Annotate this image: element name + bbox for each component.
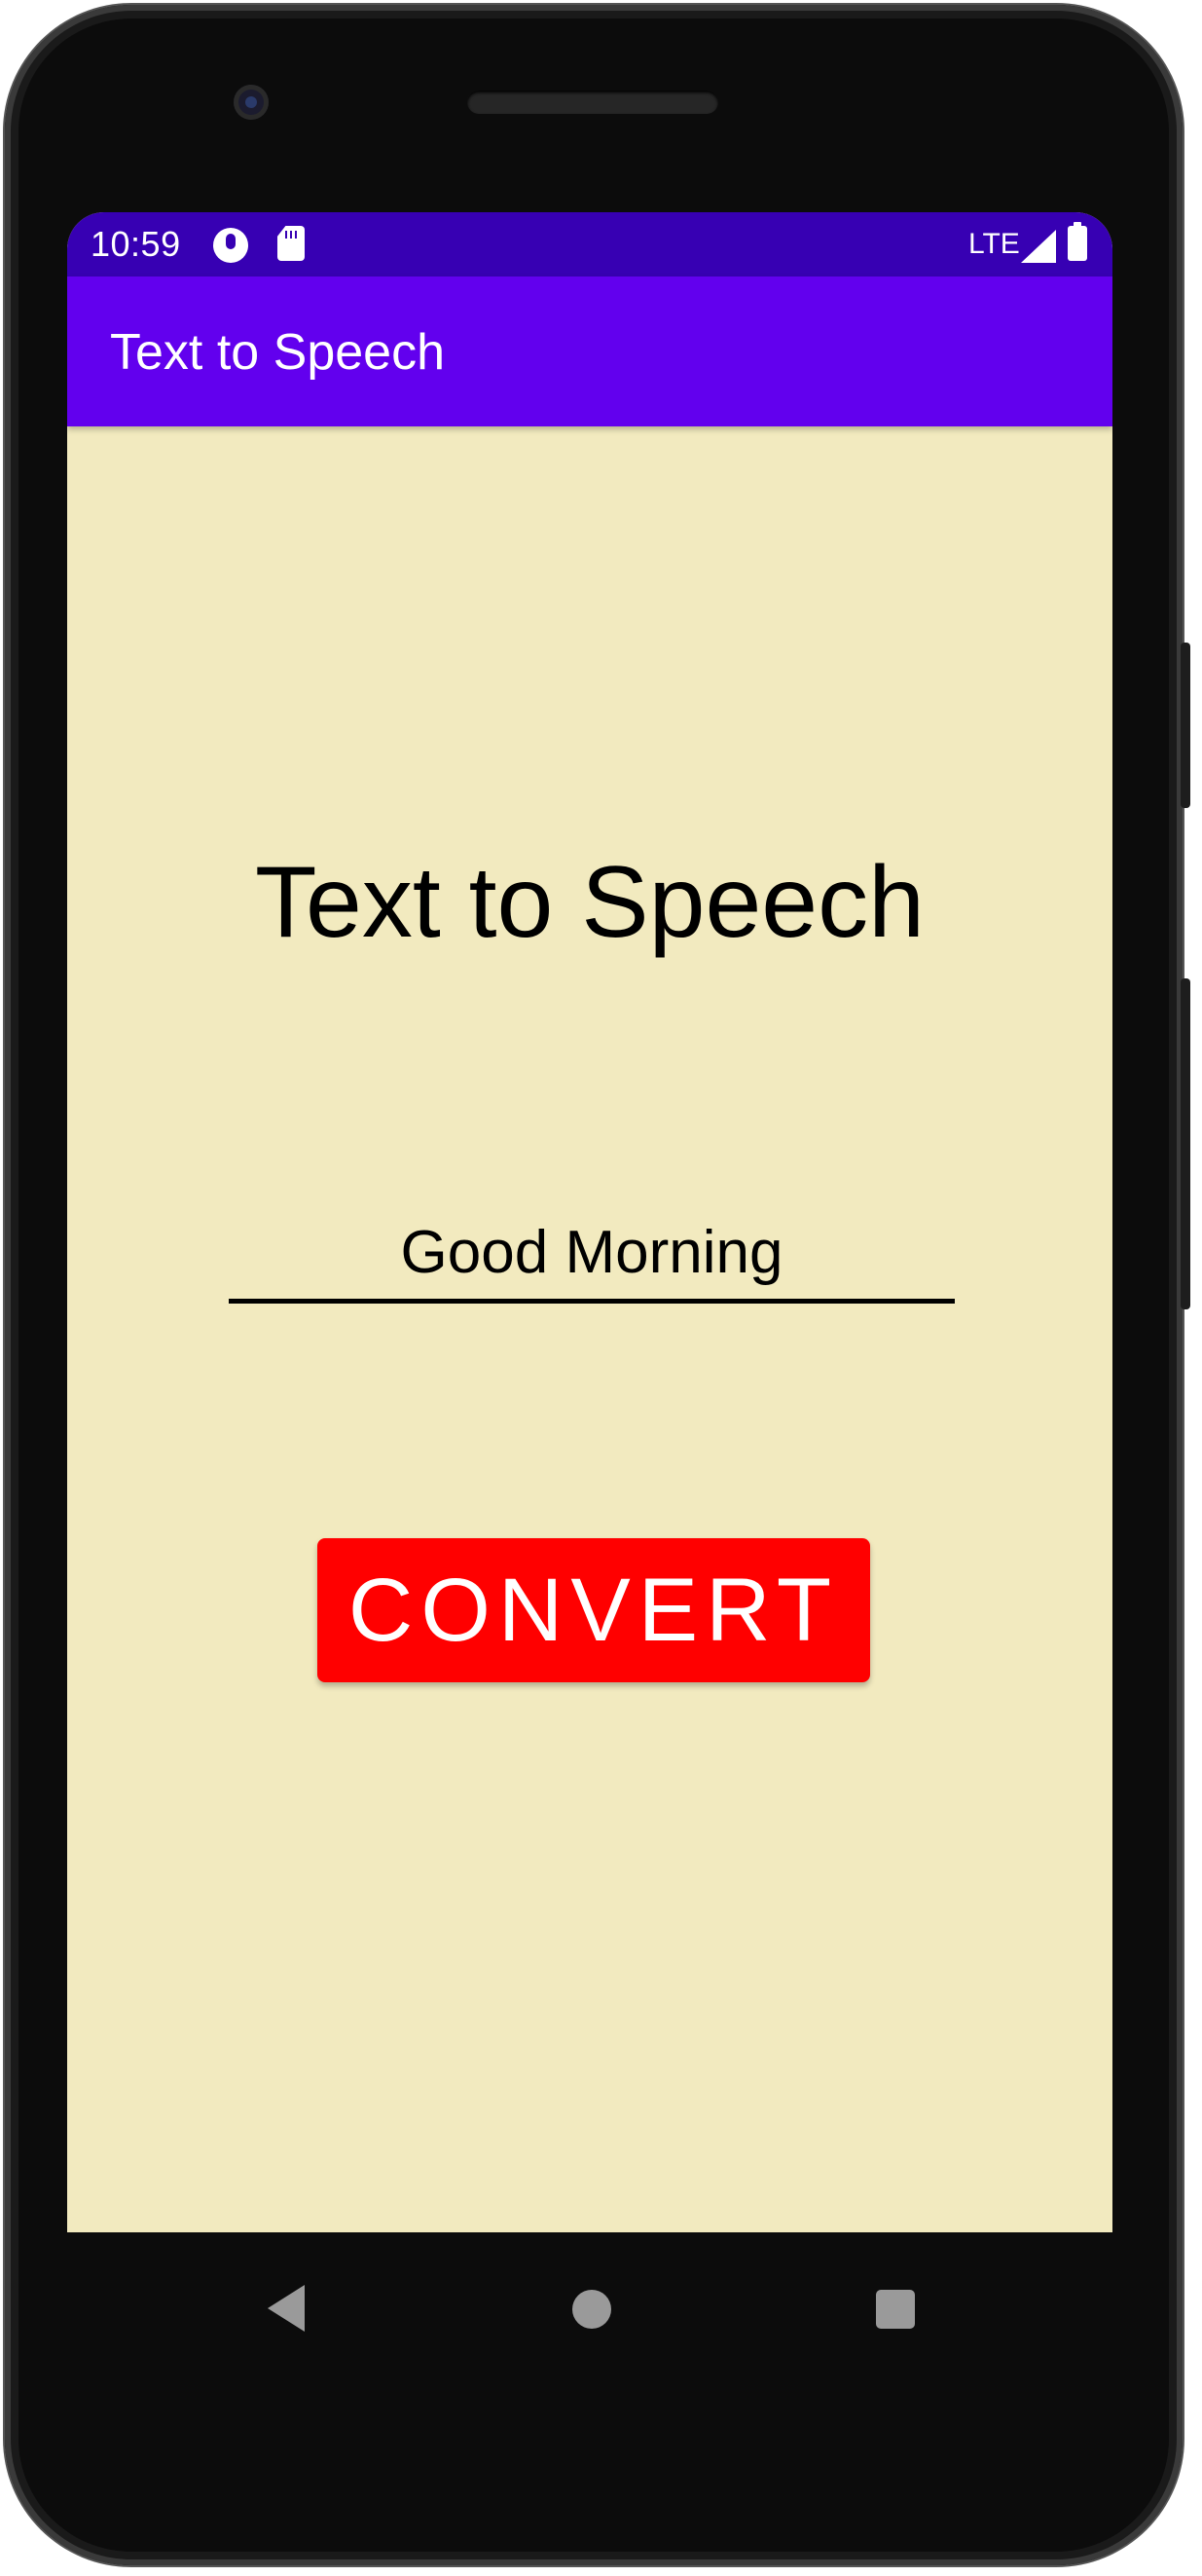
sd-card-icon <box>277 226 305 261</box>
status-bar: 10:59 LTE <box>67 212 1112 276</box>
signal-icon <box>1021 230 1056 263</box>
home-icon[interactable] <box>572 2290 611 2329</box>
app-screen: 10:59 LTE Text to Speech Text to Speech … <box>67 212 1112 2232</box>
front-camera-icon <box>234 85 269 120</box>
battery-icon <box>1068 222 1087 261</box>
app-bar-title: Text to Speech <box>110 324 445 381</box>
status-time: 10:59 <box>91 224 181 264</box>
text-input-container <box>229 1205 955 1304</box>
recent-apps-icon[interactable] <box>876 2290 915 2329</box>
back-icon[interactable] <box>268 2285 305 2332</box>
text-input[interactable] <box>229 1205 955 1299</box>
app-bar: Text to Speech <box>67 276 1112 426</box>
convert-button[interactable]: CONVERT <box>317 1538 870 1682</box>
earpiece-speaker <box>467 91 718 114</box>
volume-button <box>1181 978 1190 1309</box>
notification-icon <box>213 228 248 263</box>
power-button <box>1181 643 1190 808</box>
page-heading: Text to Speech <box>255 846 925 959</box>
network-type: LTE <box>968 228 1020 260</box>
